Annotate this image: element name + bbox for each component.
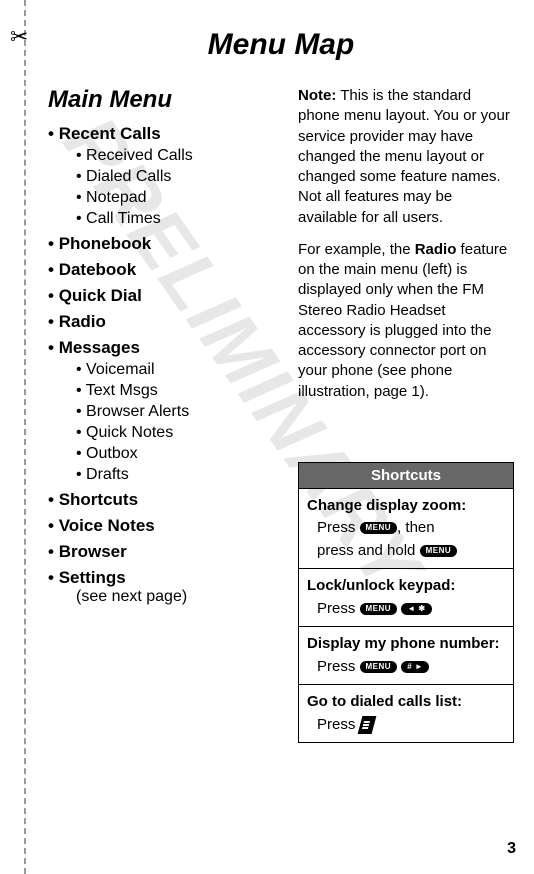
- menu-item-label: Voice Notes: [48, 516, 155, 535]
- key-icon: # ►: [401, 661, 429, 673]
- sub-list: Voicemail Text Msgs Browser Alerts Quick No…: [76, 361, 278, 484]
- shortcut-title: Go to dialed calls list:: [307, 691, 505, 714]
- right-column: Note: This is the standard phone menu la…: [298, 86, 514, 743]
- feature-suffix: feature on the main menu (left) is displ…: [298, 241, 507, 400]
- key-icon: ◄ ✱: [401, 603, 431, 615]
- sub-item: Call Times: [76, 210, 278, 228]
- cut-line: [24, 0, 26, 874]
- menu-key-icon: MENU: [420, 545, 458, 557]
- shortcuts-header: Shortcuts: [299, 462, 514, 488]
- shortcut-line: Press MENU ◄ ✱: [307, 598, 505, 621]
- sub-item: Browser Alerts: [76, 403, 278, 421]
- shortcut-cell: Lock/unlock keypad:Press MENU ◄ ✱: [299, 569, 514, 627]
- sub-item: Voicemail: [76, 361, 278, 379]
- menu-item-label: Browser: [48, 542, 127, 561]
- menu-key-icon: MENU: [360, 661, 398, 673]
- sub-list: Received Calls Dialed Calls Notepad Call Ti…: [76, 147, 278, 228]
- menu-item-label: Phonebook: [48, 234, 151, 253]
- menu-item-label: Messages: [48, 338, 140, 357]
- feature-paragraph: For example, the Radio feature on the ma…: [298, 240, 514, 402]
- shortcuts-table: Shortcuts Change display zoom:Press MENU…: [298, 462, 514, 744]
- shortcut-line: Press MENU # ►: [307, 656, 505, 679]
- menu-item-label: Shortcuts: [48, 490, 138, 509]
- menu-item-label: Radio: [48, 312, 106, 331]
- menu-item-label: Recent Calls: [48, 124, 161, 143]
- menu-item-label: Settings: [48, 568, 126, 587]
- sub-item: Drafts: [76, 466, 278, 484]
- note-label: Note:: [298, 87, 336, 104]
- menu-item-note: (see next page): [76, 588, 278, 606]
- page-title: Menu Map: [48, 28, 514, 62]
- menu-item: Settings(see next page): [48, 568, 278, 606]
- sub-item: Received Calls: [76, 147, 278, 165]
- left-column: Main Menu Recent Calls Received Calls Dial…: [48, 86, 278, 743]
- menu-item: Radio: [48, 312, 278, 332]
- shortcut-cell: Go to dialed calls list:Press: [299, 685, 514, 743]
- shortcut-cell: Change display zoom:Press MENU, thenpres…: [299, 488, 514, 569]
- menu-item: Voice Notes: [48, 516, 278, 536]
- menu-key-icon: MENU: [360, 522, 398, 534]
- sub-item: Notepad: [76, 189, 278, 207]
- menu-item: Phonebook: [48, 234, 278, 254]
- menu-item: Messages Voicemail Text Msgs Browser Alerts…: [48, 338, 278, 484]
- shortcut-line: Press: [307, 714, 505, 737]
- sub-item: Quick Notes: [76, 424, 278, 442]
- main-menu-heading: Main Menu: [48, 86, 278, 114]
- page-number: 3: [507, 840, 516, 858]
- sub-item: Dialed Calls: [76, 168, 278, 186]
- menu-item: Browser: [48, 542, 278, 562]
- shortcut-line: press and hold MENU: [307, 540, 505, 563]
- feature-prefix: For example, the: [298, 241, 415, 258]
- menu-key-icon: MENU: [360, 603, 398, 615]
- menu-item-label: Datebook: [48, 260, 136, 279]
- note-paragraph: Note: This is the standard phone menu la…: [298, 86, 514, 228]
- menu-item: Recent Calls Received Calls Dialed Calls No…: [48, 124, 278, 228]
- sub-item: Text Msgs: [76, 382, 278, 400]
- menu-item-label: Quick Dial: [48, 286, 142, 305]
- scissors-icon: ✂: [10, 24, 28, 50]
- menu-item: Datebook: [48, 260, 278, 280]
- shortcut-title: Lock/unlock keypad:: [307, 575, 505, 598]
- sub-item: Outbox: [76, 445, 278, 463]
- send-key-icon: [357, 716, 376, 734]
- shortcut-line: Press MENU, then: [307, 517, 505, 540]
- note-text: This is the standard phone menu layout. …: [298, 87, 510, 226]
- shortcut-cell: Display my phone number:Press MENU # ►: [299, 627, 514, 685]
- feature-bold: Radio: [415, 241, 457, 258]
- menu-list: Recent Calls Received Calls Dialed Calls No…: [48, 124, 278, 606]
- shortcut-title: Display my phone number:: [307, 633, 505, 656]
- menu-item: Shortcuts: [48, 490, 278, 510]
- menu-item: Quick Dial: [48, 286, 278, 306]
- shortcut-title: Change display zoom:: [307, 495, 505, 518]
